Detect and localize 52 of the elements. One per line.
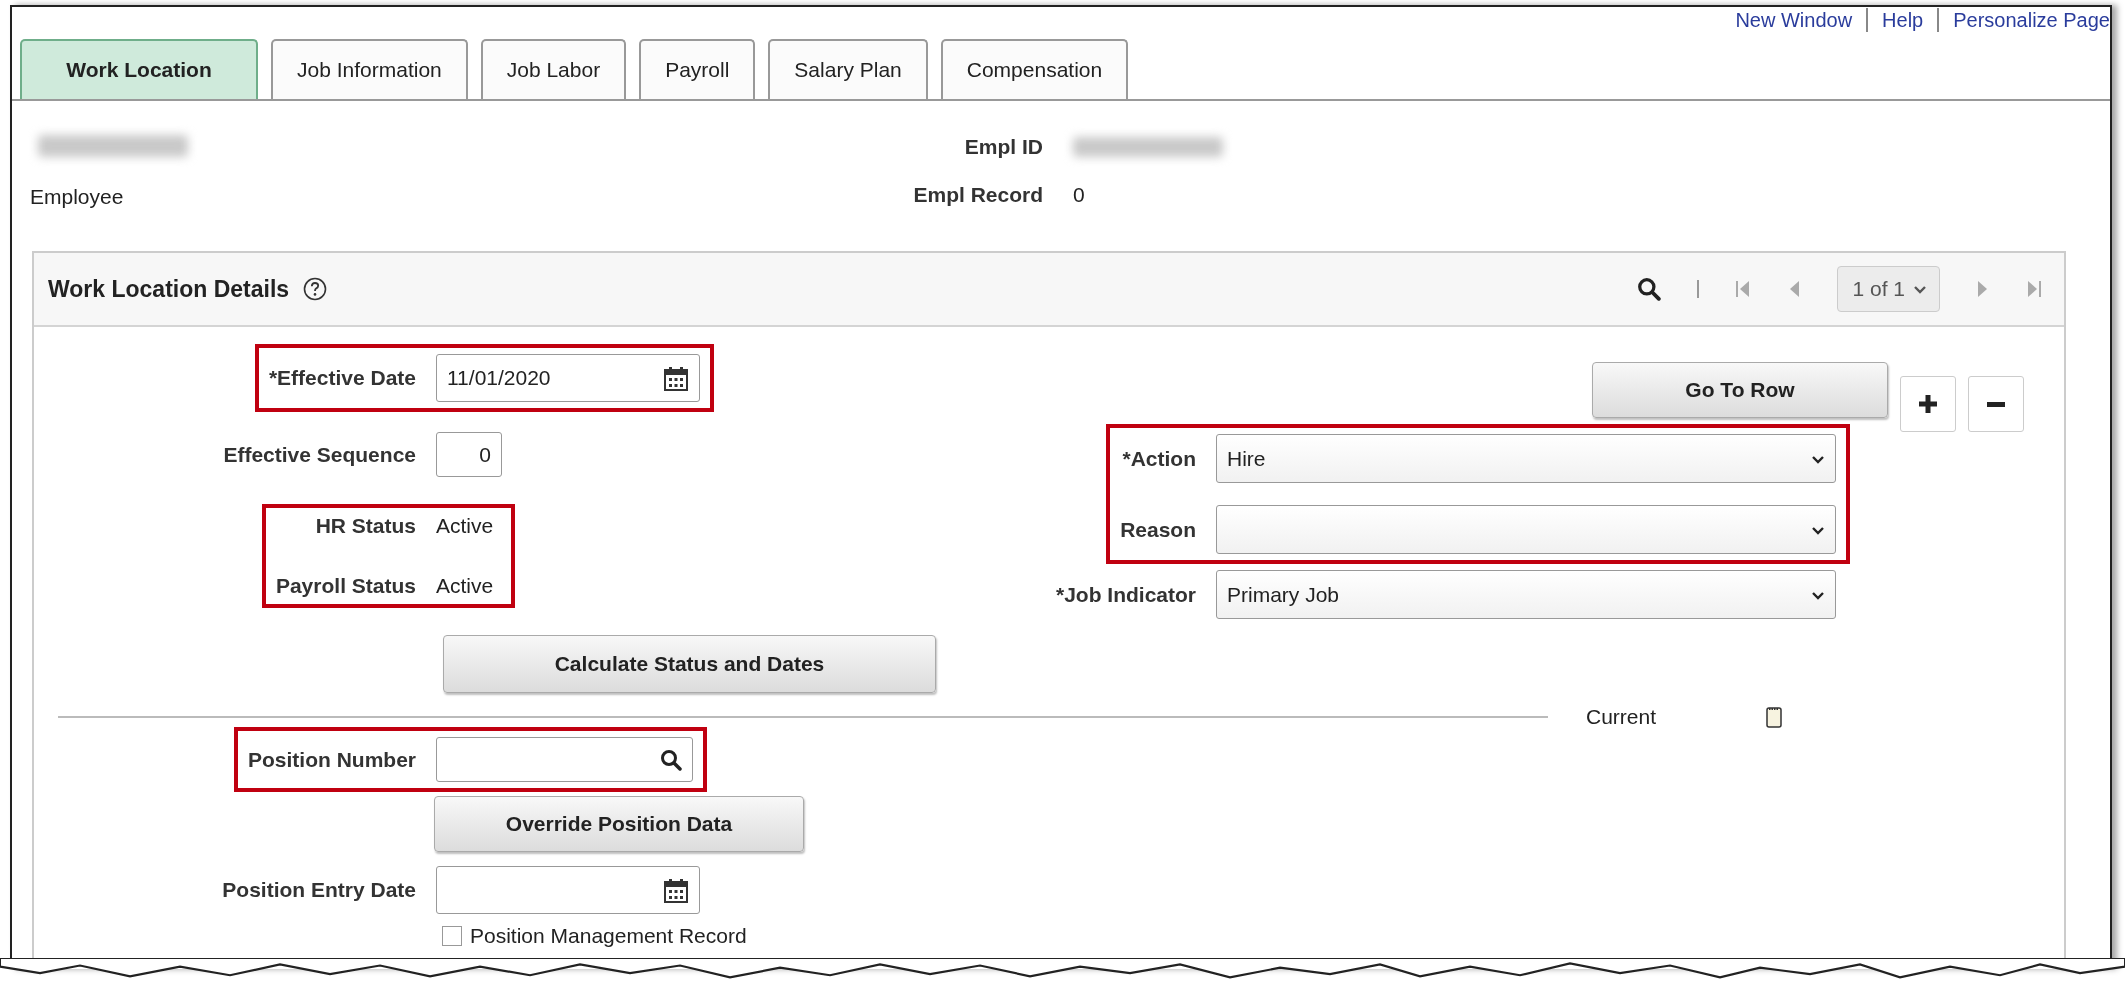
dropdown[interactable] [1216, 505, 1836, 554]
field-label: Empl Record [912, 183, 1043, 207]
search-field[interactable] [436, 737, 693, 782]
tab[interactable]: Salary Plan [768, 39, 928, 99]
date-field[interactable]: 11/01/2020 [436, 354, 700, 402]
button[interactable]: Override Position Data [434, 796, 804, 852]
field-value: Active [436, 514, 495, 538]
dropdown[interactable]: Hire [1216, 434, 1836, 483]
field-label: HR Status [315, 514, 416, 537]
field-value: Active [436, 574, 495, 598]
number-field[interactable]: 0 [436, 432, 502, 477]
checkbox-label: Position Management Record [470, 924, 747, 948]
tab[interactable]: Payroll [639, 39, 756, 99]
field-label: Payroll Status [275, 574, 416, 597]
button[interactable]: Calculate Status and Dates [443, 635, 936, 693]
header-link[interactable]: Help [1868, 8, 1940, 32]
minus-icon [1985, 401, 2007, 407]
employee-role: Employee [30, 185, 125, 209]
field-label: *Action [1122, 446, 1196, 470]
field-label: Position Entry Date [222, 878, 416, 901]
header-link[interactable]: Personalize Page [1939, 8, 2110, 32]
field-label: *Effective Date [268, 366, 416, 389]
search-icon [1637, 277, 1662, 301]
checkbox[interactable] [442, 926, 462, 946]
delete-row-button[interactable] [1968, 376, 2024, 432]
go-to-row-button[interactable]: Go To Row [1592, 362, 1888, 418]
tab[interactable]: Compensation [940, 39, 1129, 99]
section-title: Work Location Details [48, 275, 290, 303]
field-label: Empl ID [963, 135, 1043, 159]
help-icon [303, 277, 328, 301]
header-link[interactable]: New Window [1721, 8, 1869, 32]
tab[interactable]: Job Labor [480, 39, 627, 99]
add-row-button[interactable] [1900, 376, 1956, 432]
field-label: Reason [1120, 517, 1196, 541]
tab[interactable]: Job Information [271, 39, 468, 99]
calendar-icon [663, 365, 689, 391]
chevron-icon [1913, 283, 1927, 295]
field-label: *Job Indicator [1055, 582, 1196, 606]
field-label: Effective Sequence [223, 442, 416, 466]
current-label: Current [1586, 705, 1657, 729]
calendar-icon [663, 877, 689, 903]
field-value: 0 [1073, 183, 1086, 207]
field-label: Position Number [248, 747, 416, 771]
tab[interactable]: Work Location [20, 39, 258, 99]
page-dropdown[interactable]: 1 of 1 [1837, 266, 1940, 312]
note-icon [1766, 706, 1783, 728]
last-page-icon [2026, 279, 2042, 299]
date-field[interactable] [436, 866, 700, 914]
dropdown[interactable]: Primary Job [1216, 570, 1836, 619]
search-icon [660, 748, 682, 771]
first-page-icon [1735, 279, 1752, 299]
plus-icon [1917, 393, 1939, 415]
